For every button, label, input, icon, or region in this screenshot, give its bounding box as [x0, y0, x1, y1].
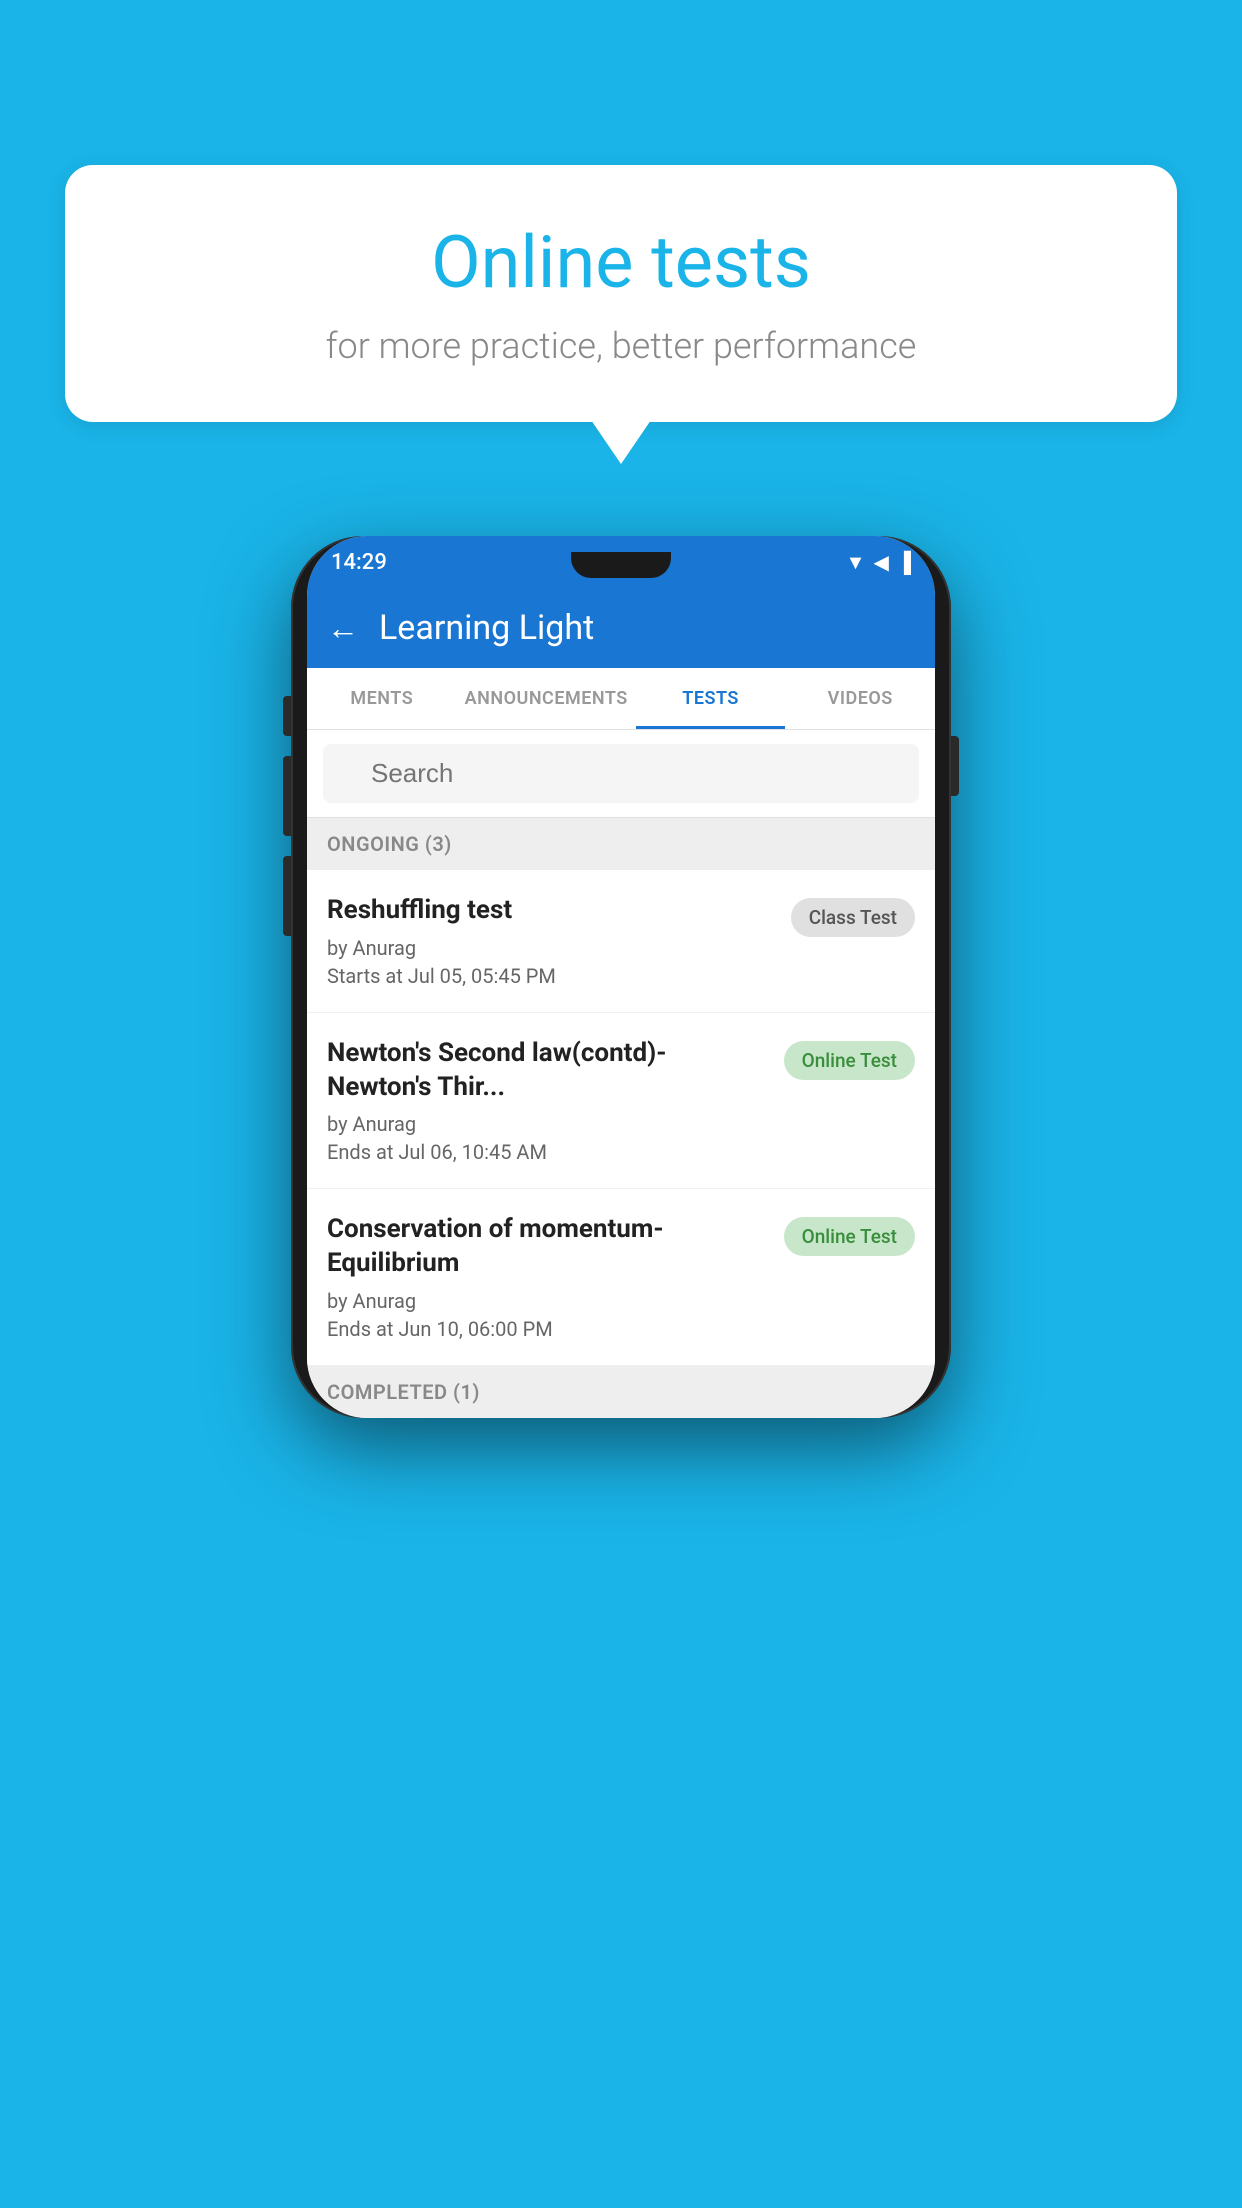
status-icons: ▼ ◀ ▐ — [846, 550, 911, 575]
tab-videos[interactable]: VIDEOS — [785, 668, 935, 729]
tab-announcements[interactable]: ANNOUNCEMENTS — [457, 668, 636, 729]
signal-icon: ◀ — [873, 550, 888, 574]
tabs-bar: MENTS ANNOUNCEMENTS TESTS VIDEOS — [307, 668, 935, 730]
test-badge-1: Class Test — [791, 898, 915, 937]
app-bar: ← Learning Light — [307, 588, 935, 668]
battery-icon: ▐ — [897, 550, 911, 575]
tab-ments[interactable]: MENTS — [307, 668, 457, 729]
search-wrapper: 🔍 — [323, 744, 919, 803]
volume-up-button — [283, 756, 291, 836]
phone-notch — [571, 552, 671, 578]
phone-device: 14:29 ▼ ◀ ▐ ← Learning Light MENTS — [291, 520, 951, 1434]
test-name-3: Conservation of momentum-Equilibrium — [327, 1213, 768, 1281]
test-item-2[interactable]: Newton's Second law(contd)-Newton's Thir… — [307, 1013, 935, 1190]
test-author-3: by Anurag — [327, 1289, 768, 1313]
ongoing-section-header: ONGOING (3) — [307, 818, 935, 870]
test-info-3: Conservation of momentum-Equilibrium by … — [327, 1213, 784, 1341]
test-time-3: Ends at Jun 10, 06:00 PM — [327, 1317, 768, 1341]
test-badge-3: Online Test — [784, 1217, 915, 1256]
silent-button — [283, 696, 291, 736]
test-name-1: Reshuffling test — [327, 894, 775, 928]
status-time: 14:29 — [331, 550, 387, 575]
test-time-1: Starts at Jul 05, 05:45 PM — [327, 964, 775, 988]
app-title: Learning Light — [379, 608, 594, 648]
test-list: Reshuffling test by Anurag Starts at Jul… — [307, 870, 935, 1366]
test-item-1[interactable]: Reshuffling test by Anurag Starts at Jul… — [307, 870, 935, 1013]
test-info-1: Reshuffling test by Anurag Starts at Jul… — [327, 894, 791, 988]
test-badge-2: Online Test — [784, 1041, 915, 1080]
test-item-3[interactable]: Conservation of momentum-Equilibrium by … — [307, 1189, 935, 1366]
test-author-2: by Anurag — [327, 1112, 768, 1136]
bubble-title: Online tests — [125, 220, 1117, 305]
test-author-1: by Anurag — [327, 936, 775, 960]
search-input[interactable] — [323, 744, 919, 803]
phone-frame: 14:29 ▼ ◀ ▐ ← Learning Light MENTS — [291, 536, 951, 1418]
completed-section-header: COMPLETED (1) — [307, 1366, 935, 1418]
screen-content: 14:29 ▼ ◀ ▐ ← Learning Light MENTS — [307, 536, 935, 1418]
speech-bubble: Online tests for more practice, better p… — [65, 165, 1177, 422]
test-info-2: Newton's Second law(contd)-Newton's Thir… — [327, 1037, 784, 1165]
wifi-icon: ▼ — [846, 550, 866, 575]
back-button[interactable]: ← — [327, 609, 359, 647]
test-name-2: Newton's Second law(contd)-Newton's Thir… — [327, 1037, 768, 1105]
power-button — [951, 736, 959, 796]
bubble-subtitle: for more practice, better performance — [125, 325, 1117, 367]
phone-screen: 14:29 ▼ ◀ ▐ ← Learning Light MENTS — [307, 536, 935, 1418]
search-container: 🔍 — [307, 730, 935, 818]
tab-tests[interactable]: TESTS — [636, 668, 786, 729]
volume-down-button — [283, 856, 291, 936]
test-time-2: Ends at Jul 06, 10:45 AM — [327, 1140, 768, 1164]
